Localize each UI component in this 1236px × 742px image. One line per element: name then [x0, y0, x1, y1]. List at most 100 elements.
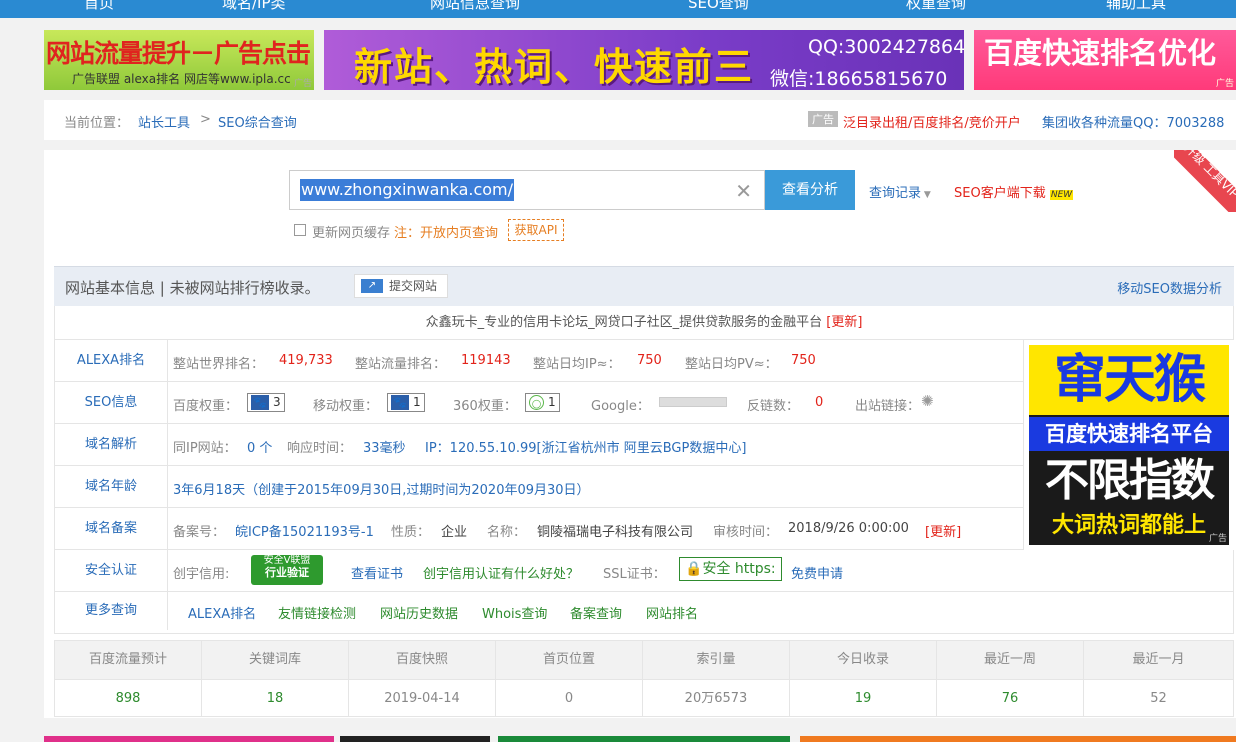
bottom-ad-2[interactable]	[340, 736, 490, 742]
side-ad[interactable]: 窜天猴 百度快速排名平台 不限指数 大词热词都能上 广告	[1029, 345, 1229, 545]
bottom-ad-3[interactable]	[498, 736, 790, 742]
icp-row: 域名备案 备案号： 皖ICP备15021193号-1 性质： 企业 名称： 铜陵…	[54, 508, 1024, 550]
cache-label: 更新网页缓存	[312, 226, 391, 241]
stats-header: 最近一周	[937, 641, 1084, 679]
breadcrumb-ad-link-1[interactable]: 泛目录出租/百度排名/竞价开户	[843, 112, 1021, 131]
age-label[interactable]: 域名年龄	[55, 466, 168, 507]
nav-home[interactable]: 首页	[84, 0, 114, 13]
stats-week-value[interactable]: 76	[937, 679, 1084, 717]
same-ip-value[interactable]: 0 个	[247, 437, 272, 456]
stats-header: 首页位置	[496, 641, 643, 679]
more-link-friendlink[interactable]: 友情链接检测	[278, 603, 356, 622]
more-link-whois[interactable]: Whois查询	[482, 603, 547, 622]
nav-tools[interactable]: 辅助工具	[1106, 0, 1166, 13]
icp-time-label: 审核时间：	[713, 525, 779, 540]
mobile-weight-value: 1	[413, 395, 421, 409]
stats-keywords-value[interactable]: 18	[202, 679, 349, 717]
stats-header: 百度流量预计	[55, 641, 202, 679]
paw-icon: 🐾	[391, 395, 409, 410]
nav-site-info[interactable]: 网站信息查询	[430, 0, 520, 13]
stats-traffic-value[interactable]: 898	[55, 679, 202, 717]
icp-no-value[interactable]: 皖ICP备15021193号-1	[235, 521, 374, 540]
mobile-weight-badge[interactable]: 🐾 1	[387, 393, 425, 412]
nav-seo[interactable]: SEO查询	[688, 0, 749, 13]
side-ad-line-4: 大词热词都能上	[1051, 513, 1206, 538]
stats-header: 关键词库	[202, 641, 349, 679]
search-input[interactable]: www.zhongxinwanka.com/	[300, 179, 515, 201]
vip-corner-ribbon[interactable]: 升级 工具VIP	[1174, 150, 1236, 212]
ad2-qq: QQ:3002427864	[808, 36, 964, 58]
alexa-label[interactable]: ALEXA排名	[55, 340, 168, 381]
response-label: 响应时间：	[287, 441, 353, 456]
breadcrumb-item-seo[interactable]: SEO综合查询	[218, 112, 297, 131]
client-download-link[interactable]: SEO客户端下载 NEW	[954, 182, 1074, 201]
more-link-icp[interactable]: 备案查询	[570, 603, 622, 622]
inner-page-note: 注：开放内页查询	[394, 226, 499, 241]
ad2-wechat: 微信:18665815670	[770, 68, 948, 90]
credit-cert-badge[interactable]: 安全V联盟 行业验证	[251, 555, 323, 585]
breadcrumb-separator: >	[200, 112, 211, 127]
breadcrumb-item-tools[interactable]: 站长工具	[138, 112, 190, 131]
credit-benefit-link[interactable]: 创宇信用认证有什么好处？	[423, 563, 579, 582]
security-label[interactable]: 安全认证	[55, 550, 168, 591]
history-dropdown[interactable]: 查询记录 ▼	[869, 182, 931, 201]
banner-ad-2[interactable]: 新站、热词、快速前三 QQ:3002427864 微信:18665815670	[324, 30, 964, 90]
banner-ad-3[interactable]: 百度快速排名优化 广告	[974, 30, 1236, 90]
breadcrumb-bar: 当前位置： 站长工具 > SEO综合查询 广告 泛目录出租/百度排名/竞价开户 …	[44, 100, 1236, 140]
icp-label[interactable]: 域名备案	[55, 508, 168, 549]
site-title-row: 众鑫玩卡_专业的信用卡论坛_网贷口子社区_提供贷款服务的金融平台 [更新]	[54, 306, 1234, 340]
world-rank-label: 整站世界排名：	[173, 357, 265, 372]
side-ad-line-3: 不限指数	[1045, 455, 1215, 506]
security-row: 安全认证 创宇信用: 安全V联盟 行业验证 查看证书 创宇信用认证有什么好处？ S…	[54, 550, 1234, 592]
daily-pv-label: 整站日均PV≈：	[685, 357, 778, 372]
more-label[interactable]: 更多查询	[55, 592, 168, 630]
breadcrumb-ad-link-2[interactable]: 集团收各种流量QQ：7003288	[1042, 112, 1224, 131]
ad-tag: 广告	[1215, 79, 1234, 89]
more-link-alexa[interactable]: ALEXA排名	[188, 603, 256, 622]
backlink-value[interactable]: 0	[815, 395, 823, 410]
bottom-ad-1[interactable]	[44, 736, 334, 742]
nav-weight[interactable]: 权重查询	[906, 0, 966, 13]
ad2-title: 新站、热词、快速前三	[354, 45, 755, 89]
cache-checkbox[interactable]	[294, 224, 306, 236]
loading-spinner-icon: ✺	[921, 392, 934, 410]
nav-domain-ip[interactable]: 域名/IP类	[222, 0, 286, 13]
ssl-label: SSL证书：	[603, 567, 666, 582]
stats-header: 今日收录	[790, 641, 937, 679]
icp-update-link[interactable]: [更新]	[925, 521, 961, 540]
ssl-badge[interactable]: 🔒安全 https:	[679, 557, 782, 581]
view-cert-link[interactable]: 查看证书	[351, 563, 403, 582]
dns-row: 域名解析 同IP网站： 0 个 响应时间： 33毫秒 IP：120.55.10.…	[54, 424, 1024, 466]
traffic-rank-label: 整站流量排名：	[355, 357, 447, 372]
submit-site-button[interactable]: ↗ 提交网站	[354, 274, 448, 298]
seo-row: SEO信息 百度权重： 🐾 3 移动权重： 🐾 1 360权重： ○ 1 Google…	[54, 382, 1024, 424]
side-ad-line-2: 百度快速排名平台	[1029, 417, 1229, 451]
age-row: 域名年龄 3年6月18天（创建于2015年09月30日,过期时间为2020年09…	[54, 466, 1024, 508]
seo-label[interactable]: SEO信息	[55, 382, 168, 423]
stats-index-value: 20万6573	[643, 679, 790, 717]
free-apply-link[interactable]: 免费申请	[791, 563, 843, 582]
get-api-button[interactable]: 获取API	[508, 219, 564, 241]
vip-corner-text: 升级 工具VIP	[1174, 150, 1236, 212]
stats-header: 百度快照	[349, 641, 496, 679]
banner-ad-1[interactable]: 网站流量提升－广告点击 广告联盟 alexa排名 网店等www.ipla.cc …	[44, 30, 314, 90]
dns-label[interactable]: 域名解析	[55, 424, 168, 465]
title-update-link[interactable]: [更新]	[826, 315, 862, 330]
backlink-label: 反链数：	[747, 399, 800, 414]
clear-icon[interactable]: ✕	[735, 179, 752, 203]
analyze-button[interactable]: 查看分析	[765, 170, 855, 210]
ip-info[interactable]: IP：120.55.10.99[浙江省杭州市 阿里云BGP数据中心]	[425, 437, 746, 456]
baidu-weight-badge[interactable]: 🐾 3	[247, 393, 285, 412]
icp-name-label: 名称：	[487, 525, 527, 540]
bottom-ad-4[interactable]	[800, 736, 1236, 742]
ad-tag: 广告	[808, 111, 838, 127]
360-weight-badge[interactable]: ○ 1	[525, 393, 560, 412]
mobile-weight-label: 移动权重：	[313, 399, 379, 414]
age-value: 3年6月18天（创建于2015年09月30日,过期时间为2020年09月30日）	[173, 483, 590, 498]
search-box: www.zhongxinwanka.com/ ✕	[289, 170, 765, 210]
stats-today-value[interactable]: 19	[790, 679, 937, 717]
more-link-history[interactable]: 网站历史数据	[380, 603, 458, 622]
icp-type-label: 性质：	[391, 525, 431, 540]
mobile-seo-link[interactable]: 移动SEO数据分析	[1117, 278, 1222, 297]
more-link-rank[interactable]: 网站排名	[646, 603, 698, 622]
